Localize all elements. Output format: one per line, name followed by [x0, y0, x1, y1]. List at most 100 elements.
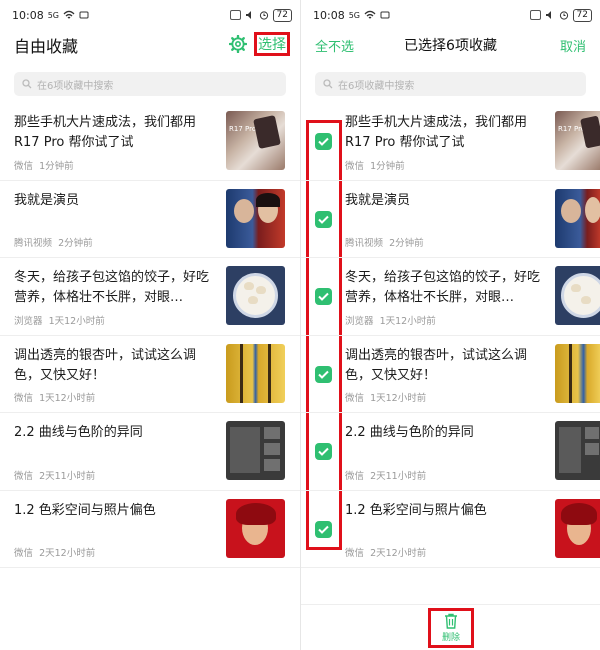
- status-time: 10:08: [12, 8, 44, 22]
- item-source: 微信: [345, 393, 365, 404]
- mute-icon: [545, 11, 551, 19]
- selectable-list: 那些手机大片速成法，我们都用R17 Pro 帮你试了试 微信 1分钟前 R17 …: [301, 103, 600, 568]
- status-bar: 10:08 5G 72: [313, 6, 592, 24]
- favorites-list: 那些手机大片速成法，我们都用R17 Pro 帮你试了试 微信 1分钟前 R17 …: [0, 103, 300, 568]
- item-time: 1天12小时前: [379, 315, 436, 327]
- phone-photography-thumbnail: R17 Pro: [555, 111, 600, 170]
- list-item[interactable]: 冬天，给孩子包这馅的饺子，好吃营养，体格壮不长胖，对眼… 浏览器 1天12小时前: [301, 258, 600, 336]
- status-time: 10:08: [313, 8, 345, 22]
- delete-label: 删除: [441, 633, 460, 643]
- checkbox-checked[interactable]: [315, 288, 332, 305]
- item-title: 那些手机大片速成法，我们都用R17 Pro 帮你试了试: [345, 115, 528, 150]
- item-title: 冬天，给孩子包这馅的饺子，好吃营养，体格壮不长胖，对眼…: [14, 270, 210, 305]
- item-source: 腾讯视频: [14, 238, 53, 249]
- header: 自由收藏 选择: [0, 28, 300, 62]
- search-bar[interactable]: 在6项收藏中搜索: [14, 72, 286, 96]
- item-source: 腾讯视频: [345, 238, 384, 249]
- item-time: 1天12小时前: [370, 393, 427, 404]
- wifi-icon: [364, 10, 376, 19]
- list-item[interactable]: 1.2 色彩空间与照片偏色 微信 2天12小时前: [0, 491, 300, 568]
- list-item[interactable]: 我就是演员 腾讯视频 2分钟前: [0, 181, 300, 258]
- network-label: 5G: [348, 10, 360, 20]
- checkbox-checked[interactable]: [315, 520, 332, 538]
- item-source: 微信: [14, 393, 34, 404]
- item-title: 1.2 色彩空间与照片偏色: [14, 502, 156, 518]
- checkbox-checked[interactable]: [315, 443, 332, 460]
- list-item[interactable]: 我就是演员 腾讯视频 2分钟前: [301, 181, 600, 258]
- list-item[interactable]: 2.2 曲线与色阶的异同 微信 2天11小时前: [301, 413, 600, 491]
- item-time: 1天12小时前: [48, 315, 105, 327]
- item-time: 1分钟前: [39, 160, 74, 172]
- search-icon: [323, 79, 333, 89]
- item-title: 我就是演员: [14, 192, 80, 208]
- status-bar: 10:08 5G 72: [12, 6, 292, 24]
- item-meta: 腾讯视频 2分钟前: [345, 235, 424, 249]
- item-time: 1天12小时前: [39, 393, 96, 404]
- list-item[interactable]: 那些手机大片速成法，我们都用R17 Pro 帮你试了试 微信 1分钟前 R17 …: [301, 103, 600, 181]
- gear-icon[interactable]: [229, 35, 247, 53]
- item-meta: 微信 2天11小时前: [345, 468, 426, 482]
- list-item[interactable]: 调出透亮的银杏叶，试试这么调色，又快又好！ 微信 1天12小时前: [0, 336, 300, 413]
- checkmark-icon: [318, 215, 329, 224]
- item-time: 2天11小时前: [39, 470, 96, 482]
- nfc-icon: [229, 10, 241, 20]
- dumplings-thumbnail: [555, 266, 600, 325]
- item-title: 调出透亮的银杏叶，试试这么调色，又快又好！: [14, 347, 197, 383]
- item-time: 2天11小时前: [370, 470, 427, 482]
- delete-button[interactable]: 删除: [428, 608, 474, 648]
- list-item[interactable]: 调出透亮的银杏叶，试试这么调色，又快又好！ 微信 1天12小时前: [301, 336, 600, 413]
- item-title: 那些手机大片速成法，我们都用R17 Pro 帮你试了试: [14, 115, 197, 150]
- item-time: 2分钟前: [389, 238, 424, 249]
- item-meta: 微信 2天12小时前: [14, 545, 95, 559]
- checkmark-icon: [318, 292, 329, 301]
- dumplings-thumbnail: [226, 266, 285, 325]
- checkbox-checked[interactable]: [315, 365, 332, 383]
- ginkgo-thumbnail: [226, 343, 285, 403]
- photoshop-thumbnail: [226, 421, 285, 480]
- nfc-icon: [529, 10, 541, 20]
- checkmark-icon: [318, 370, 329, 379]
- item-source: 浏览器: [345, 315, 374, 327]
- search-placeholder: 在6项收藏中搜索: [338, 80, 415, 92]
- item-title: 调出透亮的银杏叶，试试这么调色，又快又好！: [345, 347, 528, 383]
- thumb-caption: R17 Pro: [229, 125, 257, 133]
- item-source: 微信: [345, 470, 365, 482]
- item-meta: 微信 2天12小时前: [345, 545, 426, 559]
- search-bar[interactable]: 在6项收藏中搜索: [315, 72, 586, 96]
- item-meta: 微信 2天11小时前: [14, 468, 95, 482]
- photoshop-thumbnail: [555, 421, 600, 480]
- cancel-button[interactable]: 取消: [560, 36, 586, 55]
- item-source: 微信: [14, 548, 34, 559]
- item-meta: 微信 1天12小时前: [14, 390, 95, 404]
- list-item[interactable]: 2.2 曲线与色阶的异同 微信 2天11小时前: [0, 413, 300, 491]
- list-item[interactable]: 1.2 色彩空间与照片偏色 微信 2天12小时前: [301, 491, 600, 568]
- checkbox-checked[interactable]: [315, 210, 332, 228]
- bottom-action-bar: 删除: [301, 604, 600, 650]
- item-source: 微信: [345, 548, 365, 559]
- item-source: 微信: [14, 160, 34, 172]
- red-portrait-thumbnail: [226, 498, 285, 558]
- alarm-icon: [259, 11, 268, 20]
- search-placeholder: 在6项收藏中搜索: [37, 80, 114, 92]
- selection-header: 全不选 已选择6项收藏 取消: [301, 28, 600, 62]
- ginkgo-thumbnail: [555, 343, 600, 403]
- item-meta: 微信 1分钟前: [345, 158, 405, 172]
- selection-title: 已选择6项收藏: [404, 38, 497, 54]
- item-meta: 浏览器 1天12小时前: [14, 313, 105, 327]
- item-title: 2.2 曲线与色阶的异同: [14, 425, 143, 440]
- item-title: 1.2 色彩空间与照片偏色: [345, 502, 487, 518]
- list-item[interactable]: 那些手机大片速成法，我们都用R17 Pro 帮你试了试 微信 1分钟前 R17 …: [0, 103, 300, 181]
- message-icon: [79, 11, 89, 19]
- item-title: 我就是演员: [345, 192, 411, 208]
- select-button[interactable]: 选择: [254, 32, 290, 56]
- actors-thumbnail: [555, 188, 600, 248]
- checkbox-checked[interactable]: [315, 133, 332, 150]
- list-item[interactable]: 冬天，给孩子包这馅的饺子，好吃营养，体格壮不长胖，对眼… 浏览器 1天12小时前: [0, 258, 300, 336]
- item-source: 微信: [345, 160, 365, 172]
- item-time: 2分钟前: [58, 238, 93, 249]
- wifi-icon: [63, 10, 75, 19]
- item-source: 微信: [14, 470, 34, 482]
- mute-icon: [245, 11, 251, 19]
- favorites-screen: 10:08 5G 72 自由收藏 选择 在6项收藏中搜索 那些手机大片速成法，我…: [0, 0, 300, 650]
- item-time: 1分钟前: [370, 160, 405, 172]
